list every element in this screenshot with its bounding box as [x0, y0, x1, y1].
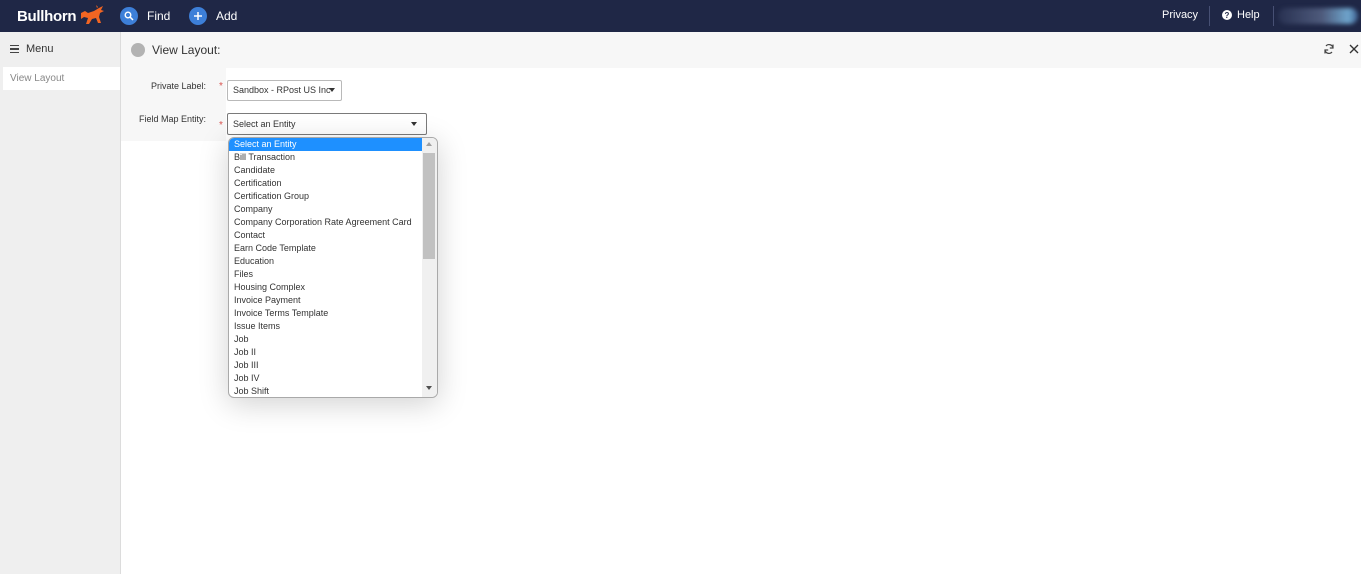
dropdown-scrollbar[interactable] [422, 138, 437, 397]
user-menu-avatar[interactable] [1278, 8, 1358, 24]
page-header: View Layout: [121, 32, 1361, 68]
form-label-column [121, 68, 226, 141]
sidebar-item-view-layout[interactable]: View Layout [3, 67, 120, 90]
dropdown-option[interactable]: Contact [229, 229, 422, 242]
dropdown-option[interactable]: Job IV [229, 372, 422, 385]
dropdown-option[interactable]: Job Shift [229, 385, 422, 397]
dropdown-option[interactable]: Company [229, 203, 422, 216]
dropdown-option[interactable]: Select an Entity [229, 138, 422, 151]
bull-logo-icon [81, 5, 105, 24]
search-icon [120, 7, 138, 25]
dropdown-option[interactable]: Certification Group [229, 190, 422, 203]
topbar-divider [1209, 6, 1210, 26]
help-label: Help [1237, 9, 1260, 21]
field-map-entity-label: Field Map Entity: [138, 114, 206, 124]
close-icon[interactable] [1348, 43, 1360, 55]
dropdown-option[interactable]: Bill Transaction [229, 151, 422, 164]
scroll-down-arrow-icon[interactable] [426, 386, 432, 390]
privacy-link[interactable]: Privacy [1162, 9, 1198, 21]
field-map-entity-value: Select an Entity [233, 119, 296, 129]
top-navigation-bar: Bullhorn Find Add Privacy ? Help [0, 0, 1361, 32]
sidebar: Menu View Layout [0, 32, 121, 574]
dropdown-option[interactable]: Certification [229, 177, 422, 190]
find-label: Find [147, 9, 171, 23]
dropdown-option[interactable]: Housing Complex [229, 281, 422, 294]
help-link[interactable]: ? Help [1222, 9, 1260, 21]
entity-dropdown-list: Select an Entity Bill Transaction Candid… [228, 137, 438, 398]
dropdown-option[interactable]: Candidate [229, 164, 422, 177]
logo-text: Bullhorn [17, 7, 77, 25]
required-marker: * [219, 120, 223, 131]
caret-down-icon [329, 88, 335, 92]
dropdown-option[interactable]: Issue Items [229, 320, 422, 333]
scroll-up-arrow-icon[interactable] [426, 142, 432, 146]
menu-label: Menu [26, 43, 54, 55]
refresh-icon[interactable] [1323, 43, 1335, 55]
dropdown-option[interactable]: Invoice Terms Template [229, 307, 422, 320]
bullhorn-logo[interactable]: Bullhorn [17, 4, 105, 28]
hamburger-icon [10, 45, 19, 53]
private-label-label: Private Label: [150, 81, 206, 91]
add-label: Add [216, 9, 238, 23]
add-button[interactable]: Add [189, 6, 237, 26]
dropdown-option[interactable]: Files [229, 268, 422, 281]
private-label-select[interactable]: Sandbox - RPost US Inc [227, 80, 342, 101]
plus-icon [189, 7, 207, 25]
field-map-entity-select[interactable]: Select an Entity [227, 113, 427, 135]
dropdown-option[interactable]: Earn Code Template [229, 242, 422, 255]
find-button[interactable]: Find [120, 6, 170, 26]
scrollbar-thumb[interactable] [423, 153, 435, 259]
menu-button[interactable]: Menu [10, 43, 54, 55]
private-label-value: Sandbox - RPost US Inc [233, 85, 331, 95]
dropdown-option[interactable]: Job II [229, 346, 422, 359]
required-marker: * [219, 81, 223, 92]
main-content: View Layout: Private Label: * Sandbox - … [121, 32, 1361, 574]
topbar-divider [1273, 6, 1274, 26]
page-title: View Layout: [152, 43, 221, 57]
help-icon: ? [1222, 10, 1232, 20]
dropdown-option[interactable]: Education [229, 255, 422, 268]
dropdown-option[interactable]: Company Corporation Rate Agreement Card [229, 216, 422, 229]
status-indicator [131, 43, 145, 57]
dropdown-option[interactable]: Invoice Payment [229, 294, 422, 307]
caret-down-icon [411, 122, 417, 126]
dropdown-option[interactable]: Job [229, 333, 422, 346]
dropdown-option[interactable]: Job III [229, 359, 422, 372]
dropdown-options: Select an Entity Bill Transaction Candid… [229, 138, 422, 397]
